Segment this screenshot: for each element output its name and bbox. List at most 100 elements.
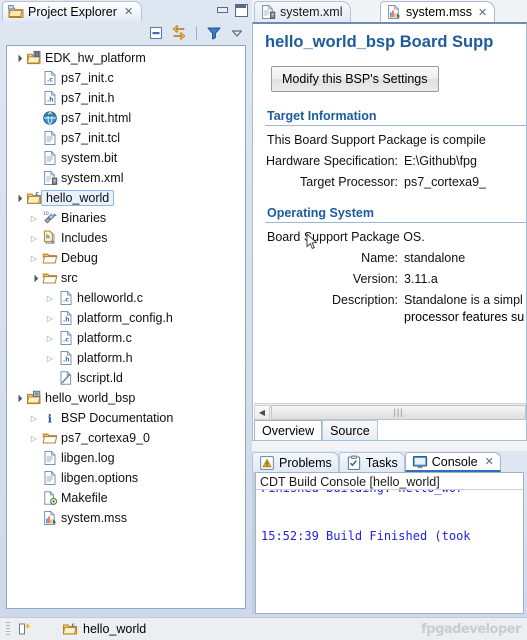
editor-tab-system-mss[interactable]: system.mss ✕: [380, 1, 496, 22]
tree-item-label: helloworld.c: [77, 291, 144, 305]
tree-item-hello-world-bsp[interactable]: hello_world_bsp: [7, 388, 245, 408]
xml-file-icon: [260, 4, 276, 20]
console-tab-console[interactable]: Console ✕: [404, 452, 501, 472]
target-processor-row: Target Processor: ps7_cortexa9_: [253, 168, 526, 189]
editor-footer-tabs: Overview Source: [254, 420, 526, 440]
tree-item-label: system.xml: [61, 171, 124, 185]
tree-item-src[interactable]: src: [7, 268, 245, 288]
filter-icon[interactable]: [206, 25, 222, 41]
tree-item-bsp-documentation[interactable]: i BSP Documentation: [7, 408, 245, 428]
folder-icon: [41, 250, 59, 266]
console-header: CDT Build Console [hello_world]: [260, 475, 440, 489]
view-menu-icon[interactable]: [229, 25, 245, 41]
tree-twisty-closed-icon[interactable]: [27, 214, 41, 223]
tree-item-libgen-log[interactable]: libgen.log: [7, 448, 245, 468]
tree-item-makefile[interactable]: Makefile: [7, 488, 245, 508]
tree-item-ps7-init-c[interactable]: .c ps7_init.c: [7, 68, 245, 88]
editor-horizontal-scrollbar[interactable]: ◀ |||: [254, 403, 526, 420]
link-with-editor-icon[interactable]: [171, 25, 187, 41]
tree-item-edk-hw-platform[interactable]: EDK_hw_platform: [7, 48, 245, 68]
tree-item-lscript-ld[interactable]: lscript.ld: [7, 368, 245, 388]
tree-item-hello-world[interactable]: chello_world: [7, 188, 245, 208]
tree-twisty-closed-icon[interactable]: [27, 434, 41, 443]
tree-twisty-closed-icon[interactable]: [43, 354, 57, 363]
problems-icon: [259, 455, 275, 471]
tree-twisty-closed-icon[interactable]: [27, 254, 41, 263]
tasks-icon: [346, 455, 362, 471]
tab-project-explorer-close-icon[interactable]: ✕: [124, 5, 133, 18]
toolbar-separator: [196, 26, 197, 40]
target-processor-value: ps7_cortexa9_: [404, 175, 487, 189]
project-explorer-toolbar: [0, 21, 252, 45]
tree-item-label: BSP Documentation: [61, 411, 174, 425]
tree-item-system-xml[interactable]: system.xml: [7, 168, 245, 188]
console-tab-close-icon[interactable]: ✕: [485, 455, 494, 468]
tree-twisty-open-icon[interactable]: [11, 54, 25, 63]
console-clipped-line-wrap: Finished building: hello_wor: [256, 490, 523, 499]
tree-item-label: ps7_init.tcl: [61, 131, 121, 145]
mss-file-icon: [41, 510, 59, 526]
editor-tab-row: system.xml system.mss ✕: [252, 0, 527, 22]
console-tab-tasks[interactable]: Tasks: [338, 452, 405, 472]
tree-item-label: hello_world: [41, 190, 115, 206]
tree-item-label: libgen.log: [61, 451, 115, 465]
tree-twisty-closed-icon[interactable]: [27, 414, 41, 423]
tree-item-system-mss[interactable]: system.mss: [7, 508, 245, 528]
tree-twisty-closed-icon[interactable]: [43, 294, 57, 303]
editor-footer-tab-source[interactable]: Source: [322, 420, 378, 440]
tree-twisty-open-icon[interactable]: [27, 274, 41, 283]
scrollbar-thumb[interactable]: |||: [271, 404, 526, 420]
makefile-icon: [41, 490, 59, 506]
tree-twisty-open-icon[interactable]: [11, 394, 25, 403]
h-file-icon: .h: [57, 310, 75, 326]
tree-twisty-closed-icon[interactable]: [27, 234, 41, 243]
minimize-icon[interactable]: [215, 3, 228, 16]
tree-item-label: Binaries: [61, 211, 107, 225]
svg-text:h: h: [46, 234, 50, 240]
os-description-label: Description:: [332, 293, 398, 307]
bsp-editor-body: hello_world_bsp Board Supp Modify this B…: [252, 22, 527, 441]
tree-twisty-closed-icon[interactable]: [43, 314, 57, 323]
tree-item-label: platform_config.h: [77, 311, 173, 325]
project-tree: EDK_hw_platform .c ps7_init.c .h ps7_init.…: [7, 46, 245, 528]
tree-twisty-open-icon[interactable]: [11, 194, 25, 203]
tree-item-platform-c[interactable]: .c platform.c: [7, 328, 245, 348]
c-file-icon: .c: [57, 290, 75, 306]
tree-item-ps7-init-h[interactable]: .h ps7_init.h: [7, 88, 245, 108]
tree-item-libgen-options[interactable]: libgen.options: [7, 468, 245, 488]
console-tab-problems[interactable]: Problems: [252, 452, 339, 472]
svg-text:c: c: [35, 191, 39, 198]
tree-item-ps7-cortexa9-0[interactable]: ps7_cortexa9_0: [7, 428, 245, 448]
console-clipped-line: Finished building: hello_wor: [256, 490, 463, 495]
tree-item-platform-h[interactable]: .h platform.h: [7, 348, 245, 368]
tree-item-includes[interactable]: h Includes: [7, 228, 245, 248]
eclipse-workbench-window: Project Explorer ✕ ◢ EDK_hw_platform .c …: [0, 0, 527, 640]
os-version-value: 3.11.a: [404, 272, 438, 286]
project-tree-container[interactable]: EDK_hw_platform .c ps7_init.c .h ps7_init.…: [6, 45, 246, 609]
tree-item-ps7-init-tcl[interactable]: ps7_init.tcl: [7, 128, 245, 148]
status-bar: c hello_world fpgadeveloper: [0, 617, 527, 640]
collapse-all-icon[interactable]: [148, 25, 164, 41]
svg-text:.c: .c: [47, 77, 53, 84]
hardware-specification-row: Hardware Specification: E:\Github\fpg: [253, 147, 526, 168]
tree-item-ps7-init-html[interactable]: ps7_init.html: [7, 108, 245, 128]
modify-bsp-settings-button[interactable]: Modify this BSP's Settings: [271, 66, 439, 92]
tree-item-system-bit[interactable]: system.bit: [7, 148, 245, 168]
svg-text:i: i: [48, 411, 53, 425]
tree-item-platform-config-h[interactable]: .h platform_config.h: [7, 308, 245, 328]
tree-item-helloworld-c[interactable]: .c helloworld.c: [7, 288, 245, 308]
scroll-left-arrow-icon[interactable]: ◀: [254, 404, 270, 420]
editor-tab-system-xml[interactable]: system.xml: [254, 1, 351, 22]
tab-project-explorer[interactable]: Project Explorer ✕: [2, 1, 143, 21]
tree-twisty-closed-icon[interactable]: [43, 334, 57, 343]
tree-item-label: Includes: [61, 231, 108, 245]
target-information-intro: This Board Support Package is compile: [267, 133, 486, 147]
console-output-line: 15:52:39 Build Finished (took: [261, 529, 471, 543]
editor-footer-tab-overview[interactable]: Overview: [254, 420, 323, 440]
maximize-icon[interactable]: [234, 3, 248, 17]
console-body[interactable]: CDT Build Console [hello_world] Finished…: [255, 472, 524, 614]
tree-item-debug[interactable]: Debug: [7, 248, 245, 268]
mss-file-icon: [386, 4, 402, 20]
tree-item-binaries[interactable]: 10 Binaries: [7, 208, 245, 228]
editor-tab-close-icon[interactable]: ✕: [478, 6, 487, 19]
